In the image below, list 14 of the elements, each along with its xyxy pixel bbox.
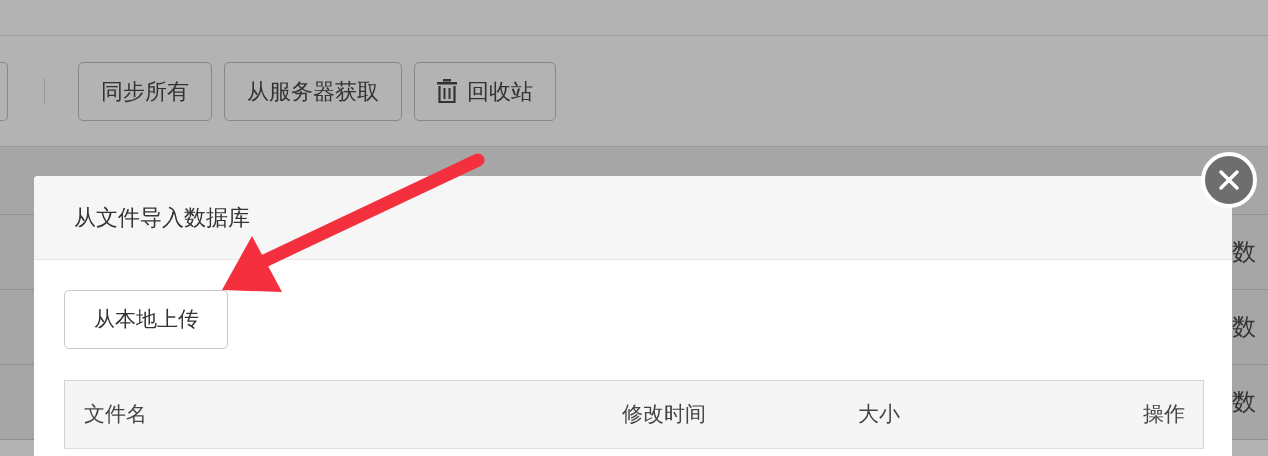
column-header: 大小 xyxy=(858,400,901,428)
table-cell-text: 数 xyxy=(1232,387,1257,418)
table-cell-text: 数 xyxy=(1232,312,1257,343)
dialog-title: 从文件导入数据库 xyxy=(74,204,250,232)
toolbar-button[interactable]: 同步所有 xyxy=(78,61,212,121)
column-header: 操作 xyxy=(1143,400,1185,428)
column-header: 文件名 xyxy=(84,400,148,428)
column-header: 修改时间 xyxy=(622,400,707,428)
upload-button[interactable]: 从本地上传 xyxy=(64,290,228,349)
table-cell-text: 数 xyxy=(1232,237,1257,268)
toolbar-button[interactable]: 回收站 xyxy=(414,61,556,121)
close-icon xyxy=(1218,169,1240,191)
trash-icon xyxy=(437,79,457,103)
toolbar-button[interactable]: 从服务器获取 xyxy=(224,61,402,121)
